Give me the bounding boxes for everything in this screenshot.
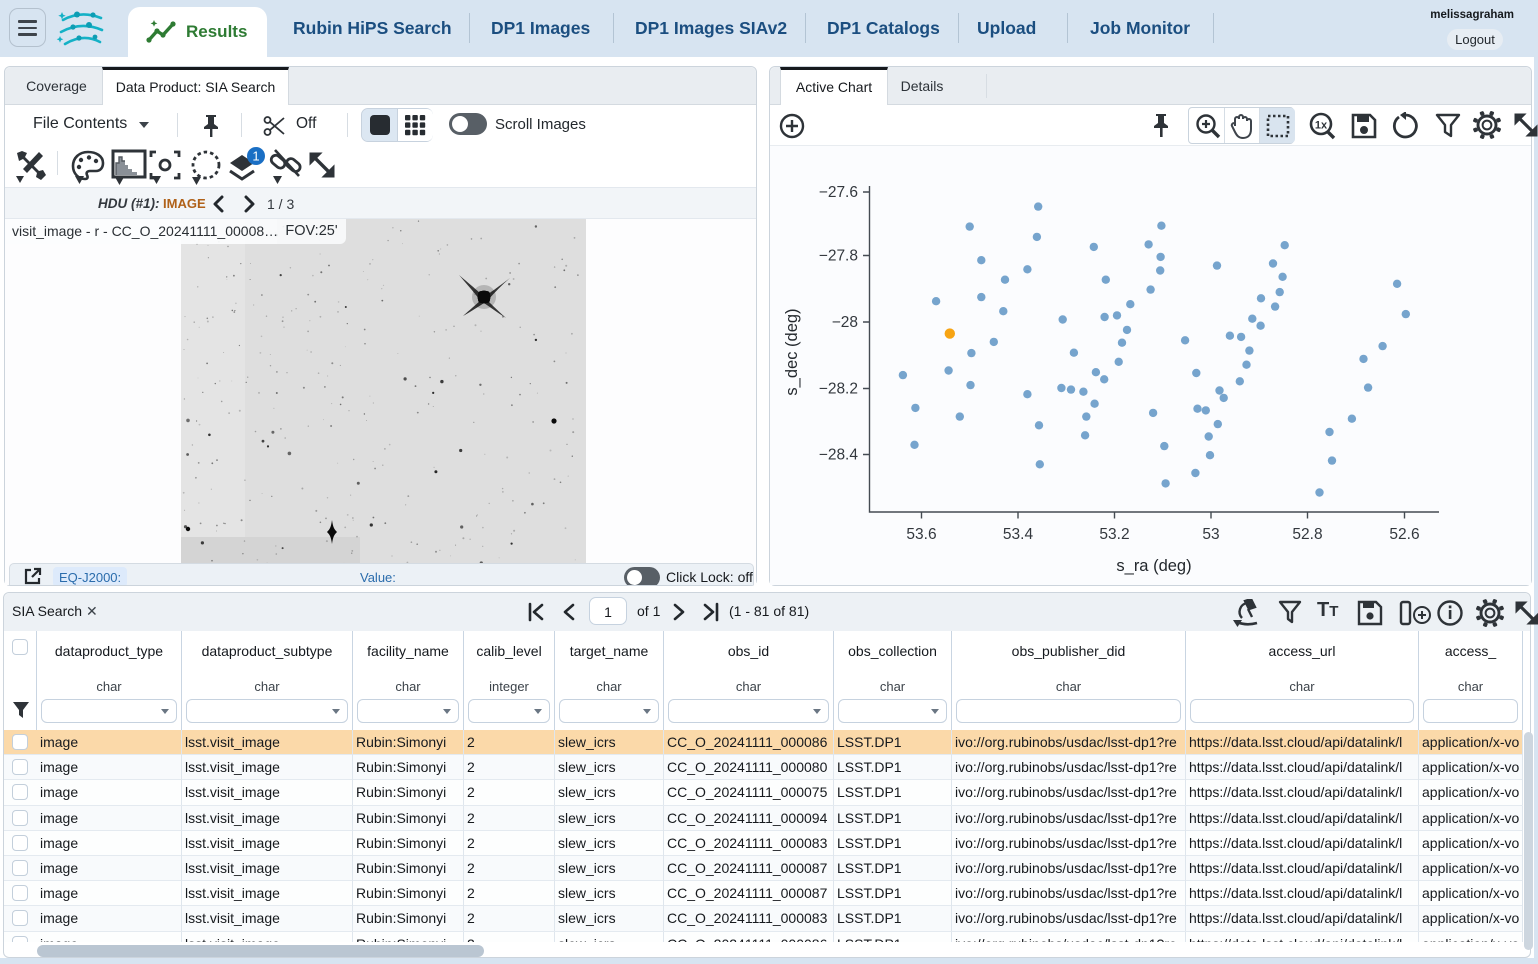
svg-text:52.8: 52.8 [1292, 526, 1322, 543]
svg-text:53.4: 53.4 [1003, 526, 1034, 543]
svg-text:1x: 1x [1315, 120, 1328, 132]
svg-text:52.6: 52.6 [1389, 526, 1419, 543]
svg-text:53.2: 53.2 [1099, 526, 1129, 543]
svg-text:−28: −28 [832, 314, 858, 331]
svg-text:−27.6: −27.6 [819, 184, 858, 201]
svg-text:53.6: 53.6 [906, 526, 936, 543]
svg-text:53: 53 [1202, 526, 1219, 543]
svg-text:−27.8: −27.8 [819, 248, 858, 265]
svg-text:−28.4: −28.4 [819, 447, 859, 464]
svg-text:s_dec (deg): s_dec (deg) [783, 308, 801, 395]
svg-text:s_ra (deg): s_ra (deg) [1116, 557, 1191, 575]
svg-text:−28.2: −28.2 [819, 381, 858, 398]
svg-text:1: 1 [252, 149, 259, 164]
